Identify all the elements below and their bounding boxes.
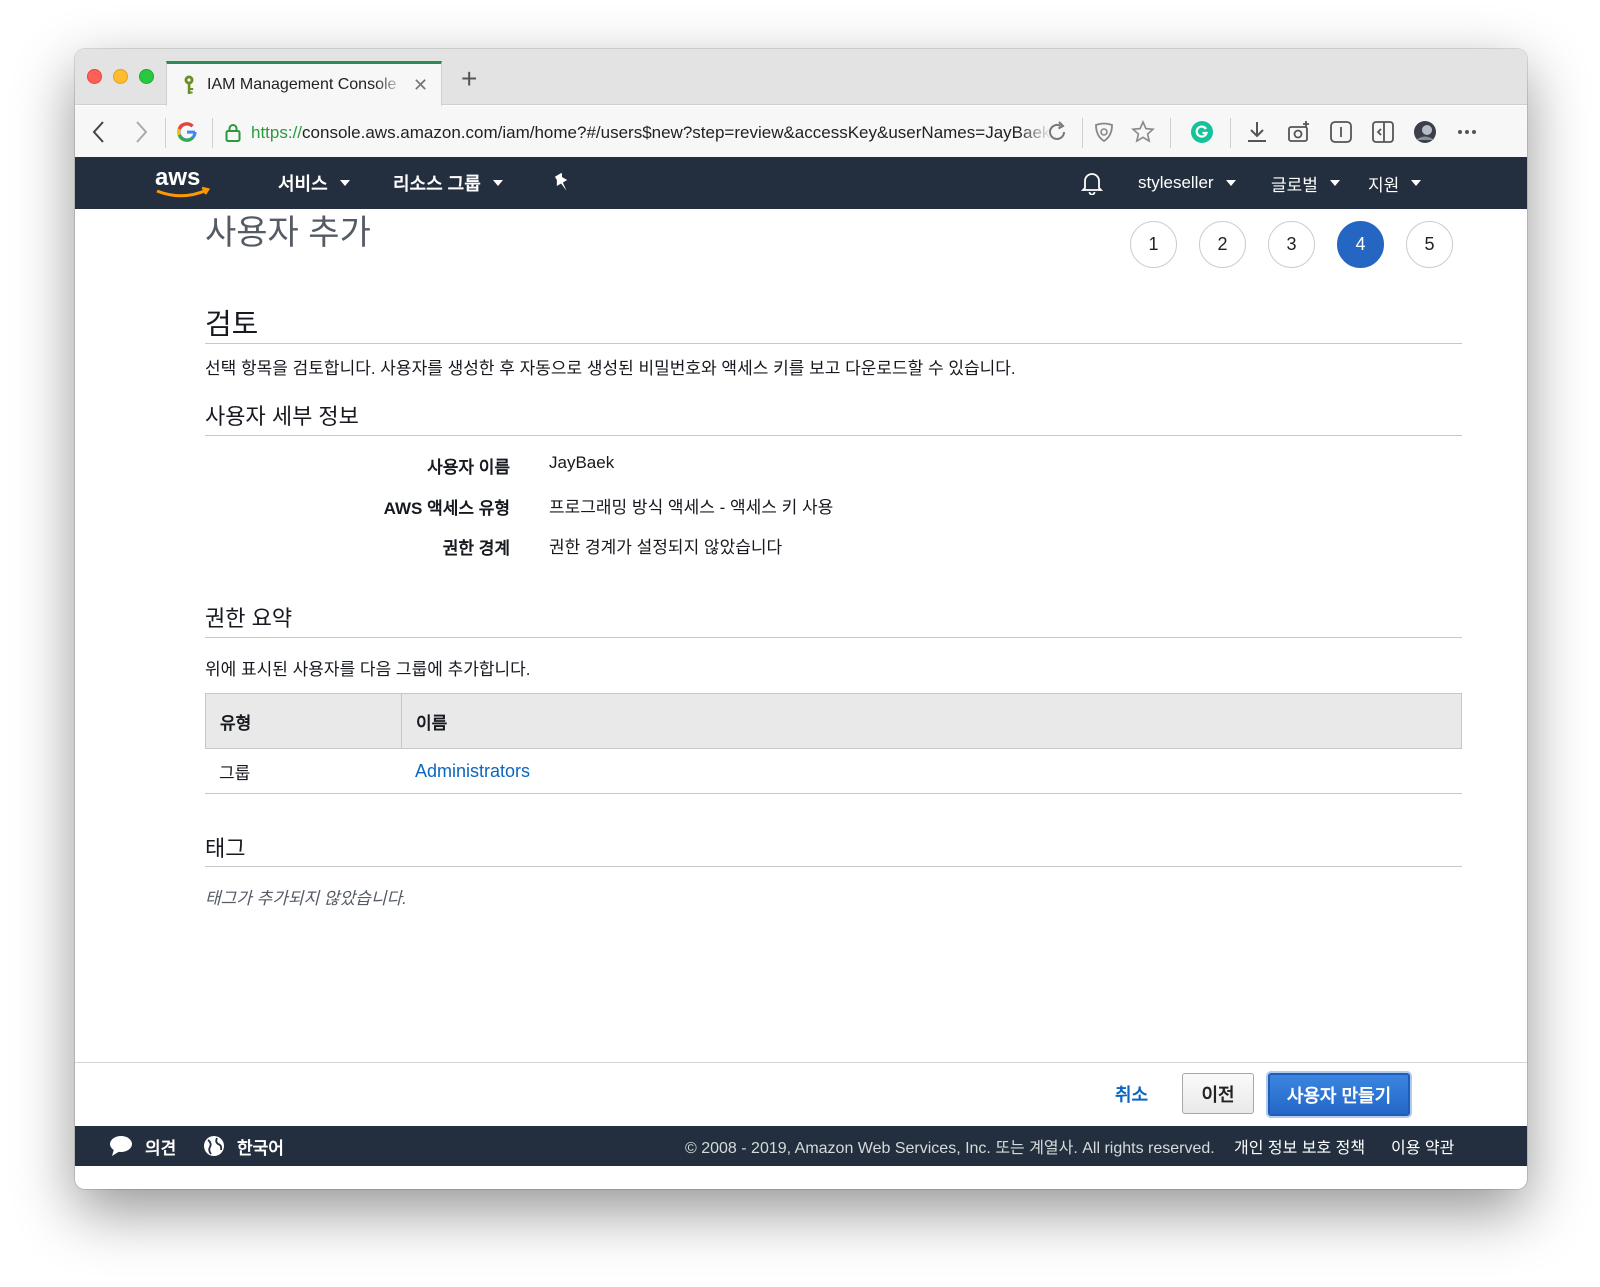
- permissions-description: 위에 표시된 사용자를 다음 그룹에 추가합니다.: [205, 660, 531, 679]
- minimize-window-button[interactable]: [113, 69, 128, 84]
- forward-icon[interactable]: [129, 120, 153, 144]
- chevron-down-icon: [1411, 180, 1422, 186]
- access-type-label: AWS 액세스 유형: [383, 499, 510, 518]
- resource-groups-label: 리소스 그룹: [393, 174, 481, 194]
- feedback-link[interactable]: 의견: [109, 1126, 176, 1166]
- google-icon[interactable]: [175, 120, 199, 144]
- new-tab-button[interactable]: +: [461, 65, 477, 93]
- console-footer: 의견 한국어 © 2008 - 2019, Amazon Web Service…: [75, 1126, 1527, 1166]
- main-content: 사용자 추가 1 2 3 4 5 검토 선택 항목을 검토합니다. 사용자를 생…: [75, 209, 1527, 1064]
- group-link-administrators[interactable]: Administrators: [415, 761, 530, 782]
- pin-icon[interactable]: [553, 157, 571, 209]
- cancel-button[interactable]: 취소: [1115, 1081, 1148, 1107]
- table-row: 그룹 Administrators: [205, 749, 1462, 794]
- reader-icon[interactable]: [1329, 120, 1353, 144]
- user-details-heading: 사용자 세부 정보: [205, 404, 359, 429]
- account-label: styleseller: [1138, 173, 1214, 192]
- column-header-name[interactable]: 이름: [402, 694, 447, 748]
- user-name-label: 사용자 이름: [427, 458, 510, 477]
- aws-navbar: aws 서비스 리소스 그룹 styleseller 글로벌 지원: [75, 157, 1527, 209]
- step-2[interactable]: 2: [1199, 221, 1246, 268]
- language-selector[interactable]: 한국어: [203, 1126, 284, 1166]
- wizard-steps: 1 2 3 4 5: [1130, 221, 1453, 268]
- step-4-current[interactable]: 4: [1337, 221, 1384, 268]
- copyright-text: © 2008 - 2019, Amazon Web Services, Inc.…: [685, 1140, 1215, 1157]
- svg-text:aws: aws: [155, 164, 200, 191]
- browser-tab-active[interactable]: IAM Management Console ✕: [166, 61, 442, 106]
- zoom-window-button[interactable]: [139, 69, 154, 84]
- browser-toolbar: https://console.aws.amazon.com/iam/home?…: [75, 106, 1527, 159]
- more-menu-icon[interactable]: [1455, 120, 1479, 144]
- shield-icon[interactable]: [1092, 120, 1116, 144]
- tab-strip: IAM Management Console ✕ +: [75, 49, 1527, 106]
- step-1[interactable]: 1: [1130, 221, 1177, 268]
- row-type-cell: 그룹: [219, 763, 251, 783]
- iam-key-icon: [184, 75, 194, 94]
- chevron-down-icon: [1329, 180, 1340, 186]
- create-user-button[interactable]: 사용자 만들기: [1268, 1073, 1410, 1116]
- wizard-action-bar: 취소 이전 사용자 만들기: [75, 1062, 1527, 1125]
- privacy-policy-link[interactable]: 개인 정보 보호 정책: [1234, 1126, 1365, 1166]
- chevron-down-icon: [492, 180, 503, 186]
- step-3[interactable]: 3: [1268, 221, 1315, 268]
- bell-icon[interactable]: [1081, 157, 1103, 209]
- globe-icon: [204, 1136, 224, 1156]
- previous-button[interactable]: 이전: [1182, 1073, 1254, 1114]
- table-header: 유형 이름: [205, 693, 1462, 749]
- permissions-table: 유형 이름 그룹 Administrators: [205, 693, 1462, 794]
- region-label: 글로벌: [1271, 175, 1318, 195]
- chevron-down-icon: [339, 180, 350, 186]
- page-title: 사용자 추가: [205, 214, 371, 252]
- account-menu[interactable]: styleseller: [1138, 157, 1236, 209]
- support-label: 지원: [1368, 175, 1400, 195]
- support-menu[interactable]: 지원: [1368, 157, 1422, 209]
- user-name-value: JayBaek: [549, 453, 615, 472]
- browser-window: IAM Management Console ✕ + https://conso…: [75, 49, 1527, 1189]
- tab-close-icon[interactable]: ✕: [413, 75, 428, 96]
- back-icon[interactable]: [87, 120, 111, 144]
- download-icon[interactable]: [1245, 120, 1269, 144]
- step-5: 5: [1406, 221, 1453, 268]
- feedback-label: 의견: [145, 1138, 177, 1158]
- tags-heading: 태그: [205, 836, 246, 861]
- reload-icon[interactable]: [1045, 120, 1069, 144]
- url-text: https://console.aws.amazon.com/iam/home?…: [251, 123, 1051, 142]
- close-window-button[interactable]: [87, 69, 102, 84]
- permission-boundary-value: 권한 경계가 설정되지 않았습니다: [549, 538, 783, 557]
- access-type-value: 프로그래밍 방식 액세스 - 액세스 키 사용: [549, 498, 834, 517]
- region-menu[interactable]: 글로벌: [1271, 157, 1340, 209]
- language-label: 한국어: [237, 1138, 284, 1158]
- sidebar-icon[interactable]: [1371, 120, 1395, 144]
- aws-logo-icon[interactable]: aws: [153, 163, 211, 201]
- resource-groups-menu[interactable]: 리소스 그룹: [393, 157, 503, 209]
- profile-avatar-icon[interactable]: [1413, 120, 1437, 144]
- services-label: 서비스: [278, 174, 328, 194]
- permissions-summary-heading: 권한 요약: [205, 606, 293, 631]
- address-bar[interactable]: https://console.aws.amazon.com/iam/home?…: [225, 116, 1105, 150]
- star-icon[interactable]: [1131, 120, 1155, 144]
- chevron-down-icon: [1225, 180, 1236, 186]
- grammarly-icon[interactable]: [1190, 120, 1214, 144]
- chat-bubble-icon: [110, 1136, 132, 1156]
- services-menu[interactable]: 서비스: [278, 157, 350, 209]
- screenshot-icon[interactable]: [1287, 120, 1311, 144]
- permission-boundary-label: 권한 경계: [442, 539, 510, 558]
- tags-empty-message: 태그가 추가되지 않았습니다.: [205, 889, 407, 908]
- lock-icon: [225, 124, 241, 142]
- review-description: 선택 항목을 검토합니다. 사용자를 생성한 후 자동으로 생성된 비밀번호와 …: [205, 359, 1016, 378]
- column-header-type[interactable]: 유형: [206, 694, 402, 748]
- terms-link[interactable]: 이용 약관: [1391, 1126, 1454, 1166]
- review-heading: 검토: [205, 309, 259, 341]
- tab-title: IAM Management Console: [207, 76, 397, 93]
